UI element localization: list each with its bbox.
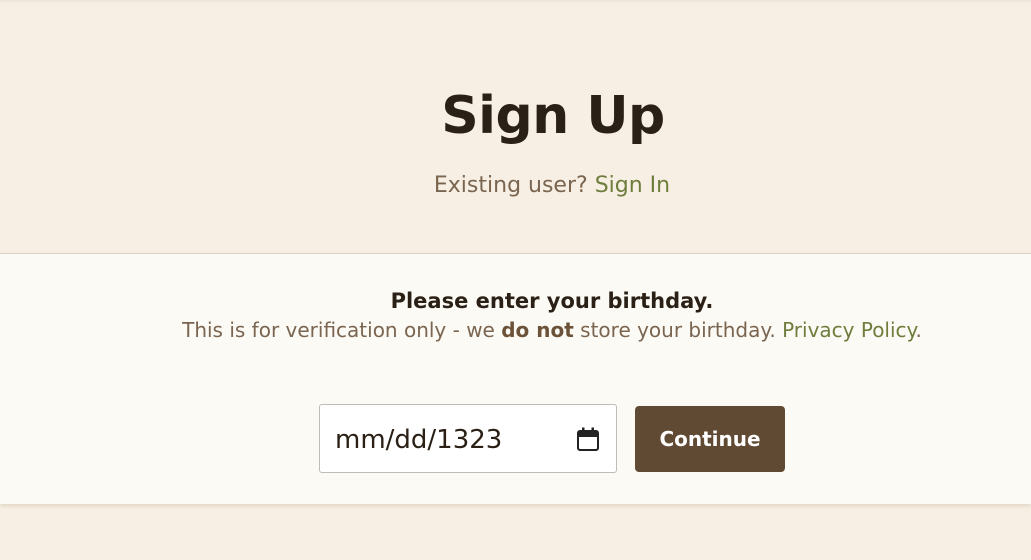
existing-user-text: Existing user? bbox=[433, 173, 588, 198]
page-title: Sign Up bbox=[441, 86, 665, 146]
calendar-icon[interactable] bbox=[577, 427, 599, 451]
birthday-date-input[interactable]: mm/dd/1323 bbox=[319, 404, 617, 473]
note-suffix: store your birthday. bbox=[580, 318, 776, 342]
note-prefix: This is for verification only - we bbox=[182, 318, 495, 342]
top-edge-shadow bbox=[0, 0, 1031, 4]
birthday-card: Please enter your birthday. This is for … bbox=[0, 254, 1031, 504]
privacy-policy-link[interactable]: Privacy Policy bbox=[782, 318, 915, 342]
existing-user-line: Existing user? Sign In bbox=[0, 171, 1031, 201]
privacy-period: . bbox=[915, 318, 922, 342]
date-input-value[interactable]: mm/dd/1323 bbox=[335, 425, 502, 455]
signup-header: Sign Up Existing user? Sign In bbox=[0, 0, 1031, 254]
continue-button[interactable]: Continue bbox=[635, 406, 785, 472]
birthday-heading: Please enter your birthday. bbox=[390, 289, 714, 313]
verification-note: This is for verification only - we do no… bbox=[0, 316, 1031, 344]
note-emphasis: do not bbox=[501, 318, 574, 342]
sign-in-link[interactable]: Sign In bbox=[595, 173, 670, 198]
